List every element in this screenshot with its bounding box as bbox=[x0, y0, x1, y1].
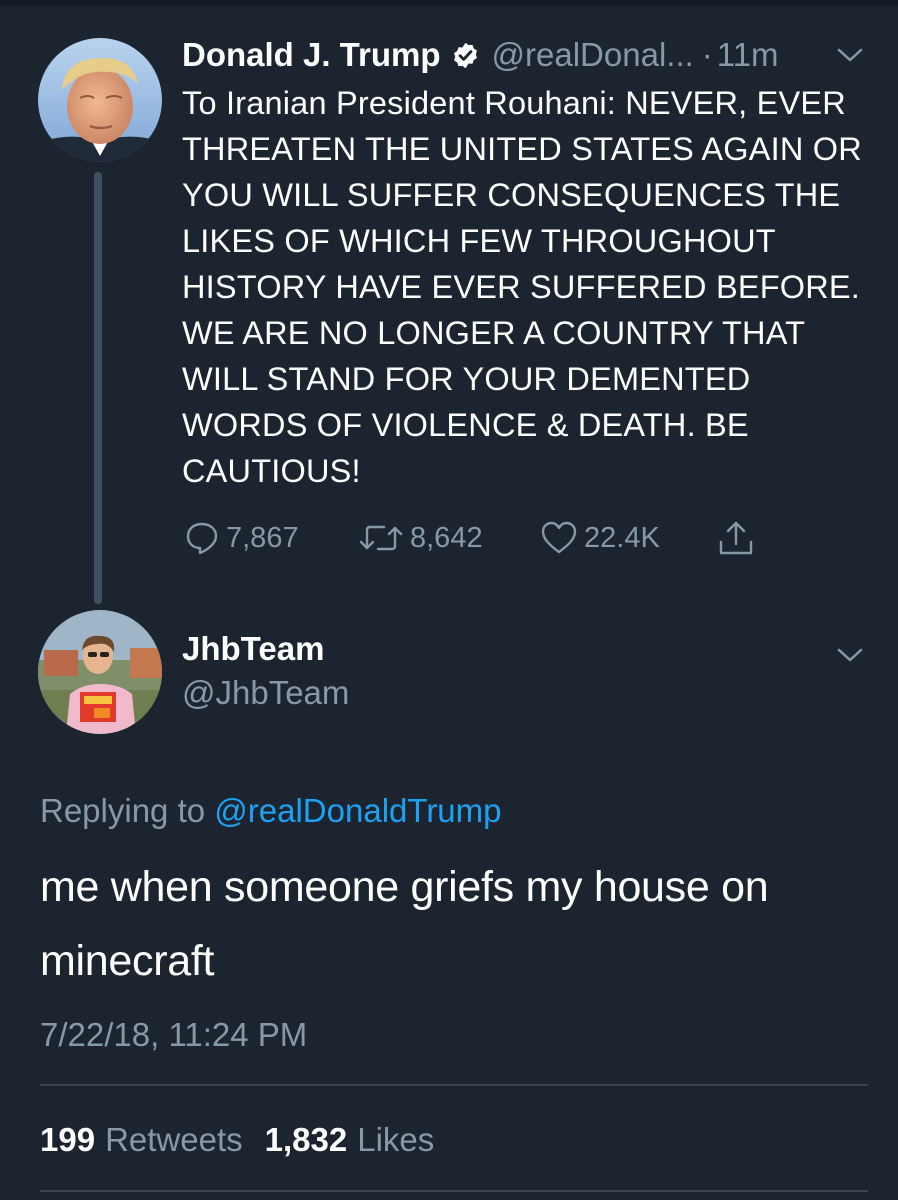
reply-icon bbox=[186, 522, 218, 555]
reply-display-name[interactable]: JhbTeam bbox=[182, 626, 324, 672]
retweets-label: Retweets bbox=[105, 1121, 243, 1158]
reply-count: 7,867 bbox=[226, 521, 299, 554]
retweet-count: 8,642 bbox=[410, 521, 483, 554]
share-button[interactable] bbox=[716, 516, 762, 560]
share-icon bbox=[719, 521, 753, 555]
retweet-button[interactable]: 8,642 bbox=[358, 516, 483, 560]
reply-button[interactable]: 7,867 bbox=[184, 516, 299, 560]
reply-handle[interactable]: @JhbTeam bbox=[182, 670, 349, 716]
tweet-header: Donald J. Trump @realDonal... · 11m bbox=[182, 32, 872, 78]
replying-to-link[interactable]: @realDonaldTrump bbox=[214, 792, 501, 829]
replying-to-label: Replying to bbox=[40, 792, 206, 829]
retweets-count: 199 bbox=[40, 1121, 96, 1158]
time-ago[interactable]: 11m bbox=[717, 32, 779, 78]
likes-label: Likes bbox=[357, 1121, 435, 1158]
handle[interactable]: @realDonal... bbox=[492, 32, 694, 78]
replying-to: Replying to @realDonaldTrump bbox=[40, 788, 502, 834]
top-strip bbox=[0, 0, 898, 6]
likes-stat[interactable]: 1,832 Likes bbox=[265, 1121, 457, 1158]
reply-text: me when someone griefs my house on minec… bbox=[40, 863, 769, 985]
avatar-jhbteam[interactable] bbox=[38, 610, 162, 734]
separator-dot: · bbox=[701, 36, 713, 73]
avatar-trump[interactable] bbox=[38, 38, 162, 162]
like-icon bbox=[541, 521, 577, 554]
verified-badge-icon bbox=[453, 42, 477, 69]
retweet-icon bbox=[359, 525, 403, 551]
divider-bottom bbox=[40, 1190, 868, 1192]
tweet-text: To Iranian President Rouhani: NEVER, EVE… bbox=[182, 85, 862, 489]
divider-top bbox=[40, 1084, 868, 1086]
chevron-down-icon[interactable] bbox=[836, 46, 864, 64]
display-name[interactable]: Donald J. Trump bbox=[182, 32, 441, 78]
likes-count: 1,832 bbox=[264, 1121, 348, 1158]
chevron-down-icon[interactable] bbox=[836, 646, 864, 664]
thread-line bbox=[94, 172, 102, 604]
engagement-stats: 199 Retweets 1,832 Likes bbox=[40, 1117, 456, 1163]
tweet-timestamp[interactable]: 7/22/18, 11:24 PM bbox=[40, 1012, 307, 1058]
like-button[interactable]: 22.4K bbox=[540, 516, 660, 560]
tweet-actions: 7,867 8,642 22.4K bbox=[182, 516, 822, 560]
retweets-stat[interactable]: 199 Retweets bbox=[40, 1121, 265, 1158]
like-count: 22.4K bbox=[584, 521, 660, 554]
